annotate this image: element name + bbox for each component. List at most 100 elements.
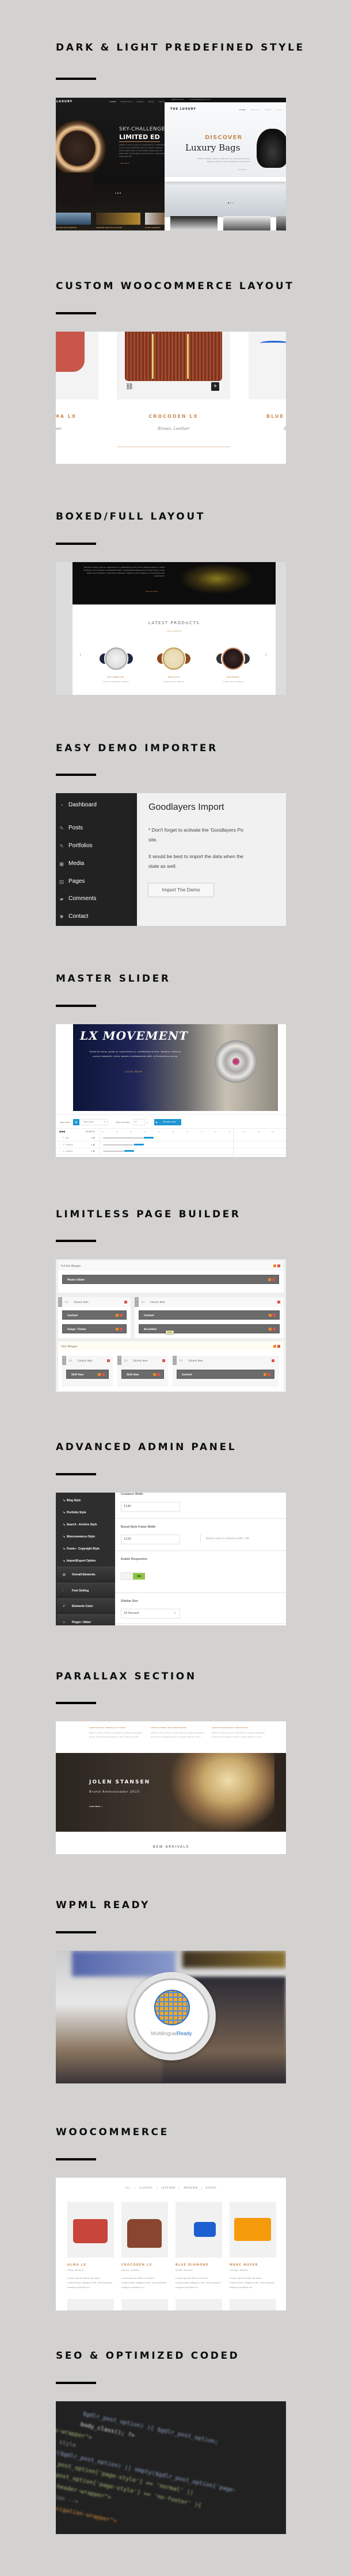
slider-dot[interactable]	[232, 202, 234, 203]
product-title[interactable]: CROCODEN LX	[121, 2263, 168, 2267]
product-card[interactable]: MARC MASER Orange, Women Lorem ipsum dol…	[230, 2202, 276, 2290]
dark-learn-more-link[interactable]: Learn More	[120, 162, 129, 165]
edit-icon[interactable]	[153, 1373, 156, 1376]
admin-group-color[interactable]: ✐ Elements Color	[57, 1598, 115, 1614]
product-title[interactable]: ALMA LX	[67, 2263, 114, 2267]
carousel-next-icon[interactable]: ›	[265, 652, 267, 658]
layer-actions-icon[interactable]: ⧉ 🗑	[91, 1144, 95, 1146]
light-nav-item[interactable]: PRODUCT	[250, 109, 261, 111]
light-nav-item[interactable]: BLOG	[276, 109, 282, 111]
dark-nav-item[interactable]: PAGES	[137, 101, 144, 103]
resize-buttons[interactable]: + −	[117, 1356, 121, 1365]
link-icon[interactable]: ⛓	[125, 383, 133, 390]
close-icon[interactable]	[273, 1328, 276, 1331]
column-item[interactable]: + − 1/4 Column Item Skill Item	[62, 1356, 113, 1387]
builder-item[interactable]: Skill Item	[66, 1370, 109, 1379]
slide-learn-more-link[interactable]: Learn More	[125, 1070, 142, 1074]
cart-icon[interactable]: +	[211, 382, 219, 391]
timeline-layer-row[interactable]: · · · T: content ⧉ 🗑	[56, 1142, 286, 1148]
close-icon[interactable]	[120, 1314, 123, 1317]
layer-duration-bar[interactable]	[144, 1137, 154, 1139]
admin-group-plugin[interactable]: ▭ Plugin / Slider	[57, 1614, 115, 1625]
add-layer-button[interactable]: +	[73, 1119, 79, 1125]
edit-icon[interactable]	[116, 1328, 119, 1331]
visibility-icons[interactable]: ●●●	[59, 1130, 65, 1133]
layer-type-select[interactable]: Text Layer ▾	[81, 1119, 108, 1125]
product-title[interactable]: BLUE DIAMOND	[266, 414, 286, 419]
builder-item[interactable]: Content	[139, 1310, 280, 1320]
admin-group-font[interactable]: ∕ Font Setting	[57, 1583, 115, 1598]
import-demo-button[interactable]: Import The Demo	[148, 883, 214, 897]
product-card[interactable]: ALMA LX Pinky, Women Lorem ipsum dolor s…	[67, 2202, 114, 2290]
slider-dot[interactable]	[230, 202, 231, 203]
product-title[interactable]: SKY DWELLER	[90, 676, 142, 679]
admin-sub-item[interactable]: ↘ Footer - Copyright Style	[63, 1547, 100, 1551]
color-wrapper[interactable]: Color Wrapper + − 1/4 Column Item Skill I…	[58, 1341, 284, 1391]
carousel-prev-icon[interactable]: ‹	[79, 652, 82, 658]
column-item[interactable]: + − 1/4 Column Item Skill Item	[117, 1356, 168, 1387]
close-icon[interactable]	[272, 1278, 275, 1281]
close-icon[interactable]	[157, 1373, 160, 1376]
layer-delay-bar[interactable]	[103, 1151, 124, 1152]
close-icon[interactable]	[277, 1264, 280, 1267]
parallax-learn-more-link[interactable]: Learn More →	[89, 1805, 102, 1808]
close-icon[interactable]	[272, 1359, 274, 1362]
layer-delay-bar[interactable]	[103, 1144, 134, 1145]
admin-sub-item[interactable]: ↘ Woocommerce Style	[63, 1535, 95, 1539]
boxed-discover-link[interactable]: Discover More	[146, 590, 158, 593]
product-title[interactable]: AQUADANT	[207, 676, 259, 679]
layer-delay-bar[interactable]	[103, 1137, 144, 1139]
menu-media[interactable]: ▣ Media	[59, 860, 85, 867]
menu-comments[interactable]: ▰ Comments	[59, 895, 97, 902]
close-icon[interactable]	[277, 1301, 280, 1304]
admin-group-overall[interactable]: ▦ Overall Elements	[57, 1567, 115, 1582]
slider-dot[interactable]	[117, 193, 119, 194]
dark-nav-item[interactable]: BLOG	[148, 101, 154, 103]
light-nav-item[interactable]: HOME	[239, 109, 246, 111]
builder-item[interactable]: Image / Frame	[62, 1324, 127, 1333]
product-card[interactable]: CROCODEN LX Brown, Leather Lorem ipsum d…	[121, 2202, 168, 2290]
filter-modern[interactable]: MODERN	[184, 2186, 198, 2189]
menu-portfolios[interactable]: ✎ Portfolios	[59, 843, 92, 849]
close-icon[interactable]	[273, 1314, 276, 1317]
layer-duration-bar[interactable]	[133, 1143, 144, 1145]
boxed-width-input[interactable]: 1220	[121, 1535, 180, 1544]
resize-buttons[interactable]: + −	[135, 1297, 139, 1307]
slider-dot[interactable]	[115, 193, 116, 194]
duration-input[interactable]: 9	[133, 1119, 145, 1125]
layer-duration-bar[interactable]	[124, 1150, 134, 1152]
preview-slide-button[interactable]: ▶ Preview slide	[154, 1119, 181, 1125]
menu-contact[interactable]: ✹ Contact	[59, 913, 88, 920]
edit-icon[interactable]	[273, 1264, 276, 1267]
admin-sub-item[interactable]: ↘ Portfolio Style	[63, 1511, 86, 1514]
product-title[interactable]: NAUTILUS	[148, 676, 200, 679]
resize-buttons[interactable]: + −	[173, 1356, 177, 1365]
edit-icon[interactable]	[98, 1373, 101, 1376]
column-item[interactable]: + − 1/3 Column Item Content Image / Frame	[58, 1297, 131, 1338]
view-all-link[interactable]: View All Watches	[73, 630, 276, 633]
admin-sub-item[interactable]: ↘ Import/Export Option	[63, 1559, 96, 1563]
builder-item[interactable]: Skill Item	[121, 1370, 164, 1379]
filter-all[interactable]: ALL	[125, 2186, 131, 2189]
edit-icon[interactable]	[269, 1314, 272, 1317]
dark-nav-item[interactable]: HOME	[110, 101, 116, 103]
close-icon[interactable]	[107, 1359, 110, 1362]
close-icon[interactable]	[277, 1345, 280, 1348]
product-title[interactable]: ALMA LX	[56, 414, 77, 419]
column-item[interactable]: + − 2/3 Column Item Content Accordion Clo…	[135, 1297, 284, 1338]
light-find-more-link[interactable]: Find More	[238, 168, 247, 171]
close-icon[interactable]	[268, 1373, 270, 1376]
filter-classic[interactable]: CLASSIC	[139, 2186, 153, 2189]
builder-item[interactable]: Master Slider	[62, 1275, 279, 1284]
close-icon[interactable]	[120, 1328, 123, 1331]
slider-dot[interactable]	[228, 202, 229, 203]
responsive-toggle[interactable]: ON	[121, 1572, 145, 1580]
resize-buttons[interactable]: + −	[58, 1297, 62, 1307]
column-item[interactable]: + − 1/2 Column Item Content	[173, 1356, 279, 1387]
product-title[interactable]: BLUE DIAMOND	[175, 2263, 222, 2267]
edit-icon[interactable]	[268, 1278, 271, 1281]
topbar-email[interactable]: contact@theluxury.com	[190, 98, 211, 101]
layer-actions-icon[interactable]: ⧉ 🗑	[91, 1137, 95, 1139]
menu-posts[interactable]: ✎ Posts	[59, 825, 83, 831]
admin-sub-item[interactable]: ↘ Blog Style	[63, 1499, 81, 1502]
